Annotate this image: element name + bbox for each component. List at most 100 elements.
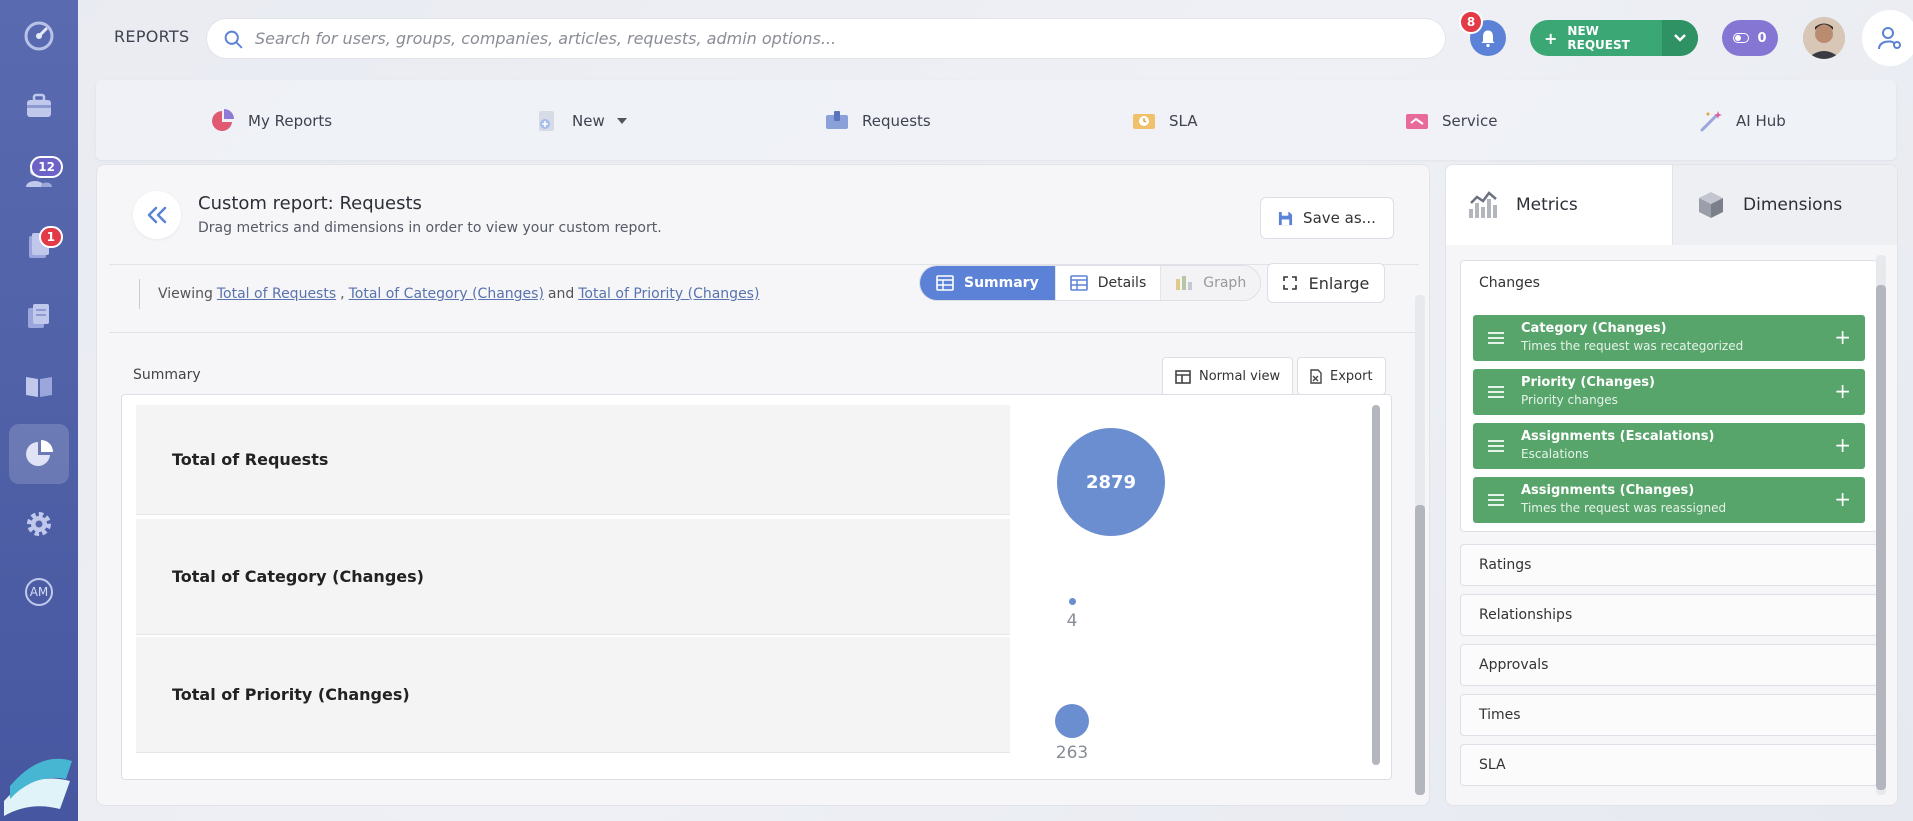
pie-chart-icon — [26, 440, 53, 466]
toggle-counter-button[interactable]: 0 — [1722, 20, 1778, 56]
bar-chart-icon — [1176, 276, 1193, 290]
nav-new[interactable]: New — [534, 108, 627, 134]
group-approvals[interactable]: Approvals — [1460, 644, 1878, 686]
tab-label: Dimensions — [1743, 195, 1843, 215]
report-panel-scrollbar[interactable] — [1415, 295, 1425, 795]
rail-dashboard[interactable] — [9, 6, 69, 66]
profile-settings-button[interactable] — [1862, 10, 1913, 66]
fields-scrollbar-thumb[interactable] — [1876, 285, 1886, 790]
drag-handle-icon[interactable] — [1487, 491, 1505, 509]
metric-item[interactable]: Assignments (Changes) Times the request … — [1473, 477, 1865, 523]
metric-item[interactable]: Assignments (Escalations) Escalations + — [1473, 423, 1865, 469]
row-label: Total of Category (Changes) — [172, 567, 424, 586]
nav-sla[interactable]: SLA — [1131, 108, 1197, 134]
rail-reports[interactable] — [9, 424, 69, 484]
mode-label: Details — [1097, 275, 1147, 291]
excel-file-icon — [1310, 368, 1322, 384]
back-button[interactable] — [133, 191, 181, 239]
search-input[interactable] — [255, 29, 1445, 48]
add-metric-icon[interactable]: + — [1834, 489, 1851, 509]
pie-chart-icon — [212, 109, 234, 131]
normal-view-tab[interactable]: Normal view — [1162, 357, 1294, 395]
nav-my-reports[interactable]: My Reports — [210, 108, 332, 134]
tab-metrics[interactable]: Metrics — [1446, 165, 1672, 245]
mode-graph[interactable]: Graph — [1161, 266, 1261, 300]
viewing-summary: Viewing Total of Requests, Total of Cate… — [139, 279, 759, 309]
add-metric-icon[interactable]: + — [1834, 435, 1851, 455]
mode-summary[interactable]: Summary — [920, 266, 1056, 300]
cube-icon — [1699, 192, 1723, 218]
nav-ai-hub[interactable]: AI Hub — [1698, 108, 1786, 134]
metric-item[interactable]: Priority (Changes) Priority changes + — [1473, 369, 1865, 415]
magic-wand-icon — [1700, 111, 1722, 132]
nav-service[interactable]: Service — [1404, 108, 1497, 134]
group-title: Relationships — [1479, 607, 1573, 623]
drag-handle-icon[interactable] — [1487, 437, 1505, 455]
group-title[interactable]: Changes — [1479, 275, 1540, 291]
rail-users[interactable]: 12 — [9, 146, 69, 206]
report-panel-scrollbar-thumb[interactable] — [1415, 505, 1425, 795]
metric-title: Assignments (Escalations) — [1521, 429, 1715, 444]
nav-label: Requests — [862, 112, 931, 130]
group-title: Approvals — [1479, 657, 1549, 673]
new-request-main[interactable]: + NEW REQUEST — [1530, 20, 1662, 56]
requests-icon — [826, 111, 848, 129]
rail-knowledge[interactable] — [9, 356, 69, 416]
users-badge: 12 — [30, 156, 63, 178]
mode-details[interactable]: Details — [1056, 266, 1162, 300]
enlarge-button[interactable]: Enlarge — [1267, 263, 1385, 303]
drag-handle-icon[interactable] — [1487, 329, 1505, 347]
group-times[interactable]: Times — [1460, 694, 1878, 736]
rail-requests[interactable]: 1 — [9, 216, 69, 276]
viewing-link-priority[interactable]: Total of Priority (Changes) — [578, 286, 759, 302]
summary-scrollbar-thumb[interactable] — [1372, 405, 1380, 765]
viewing-link-category[interactable]: Total of Category (Changes) — [349, 286, 544, 302]
mode-label: Graph — [1203, 275, 1247, 291]
chevron-down-icon — [1674, 34, 1686, 42]
metric-item[interactable]: Category (Changes) Times the request was… — [1473, 315, 1865, 361]
summary-row: Total of Category (Changes) — [136, 519, 1010, 635]
user-avatar[interactable] — [1803, 17, 1845, 59]
add-metric-icon[interactable]: + — [1834, 381, 1851, 401]
service-icon — [1406, 114, 1428, 129]
bubble-value: 263 — [1055, 743, 1089, 763]
viewing-link-requests[interactable]: Total of Requests — [217, 286, 336, 302]
nav-requests[interactable]: Requests — [824, 108, 931, 134]
user-settings-icon — [1878, 27, 1901, 50]
group-changes: Changes Category (Changes) Times the req… — [1460, 260, 1878, 532]
table-icon — [1069, 275, 1088, 291]
viewing-prefix: Viewing — [158, 286, 213, 302]
expand-icon — [1282, 276, 1297, 290]
metric-title: Category (Changes) — [1521, 321, 1667, 336]
requests-badge: 1 — [38, 226, 63, 248]
fields-scrollbar[interactable] — [1876, 255, 1886, 795]
gear-icon — [27, 512, 51, 536]
view-mode-switch: Summary Details Graph — [919, 265, 1262, 301]
group-sla[interactable]: SLA — [1460, 744, 1878, 786]
new-request-label: NEW REQUEST — [1567, 24, 1630, 52]
save-as-button[interactable]: Save as... — [1260, 197, 1394, 239]
new-request-dropdown[interactable] — [1662, 20, 1698, 56]
global-search[interactable] — [206, 18, 1446, 59]
table-icon — [936, 275, 954, 291]
export-label: Export — [1330, 368, 1373, 384]
chevron-down-icon — [616, 118, 627, 124]
nav-label: New — [572, 112, 605, 130]
save-as-label: Save as... — [1303, 209, 1376, 227]
summary-heading: Summary — [133, 367, 201, 383]
rail-briefcase[interactable] — [9, 76, 69, 136]
export-button[interactable]: Export — [1297, 357, 1386, 395]
search-icon — [224, 30, 243, 49]
viewing-and: and — [547, 286, 575, 302]
tab-dimensions[interactable]: Dimensions — [1672, 165, 1897, 245]
add-metric-icon[interactable]: + — [1834, 327, 1851, 347]
summary-scrollbar[interactable] — [1372, 405, 1380, 765]
group-relationships[interactable]: Relationships — [1460, 594, 1878, 636]
rail-settings[interactable] — [9, 494, 69, 554]
normal-view-label: Normal view — [1199, 369, 1281, 384]
rail-account[interactable]: AM — [9, 562, 69, 622]
new-request-button[interactable]: + NEW REQUEST — [1530, 20, 1698, 56]
rail-documents[interactable] — [9, 286, 69, 346]
drag-handle-icon[interactable] — [1487, 383, 1505, 401]
group-ratings[interactable]: Ratings — [1460, 544, 1878, 586]
